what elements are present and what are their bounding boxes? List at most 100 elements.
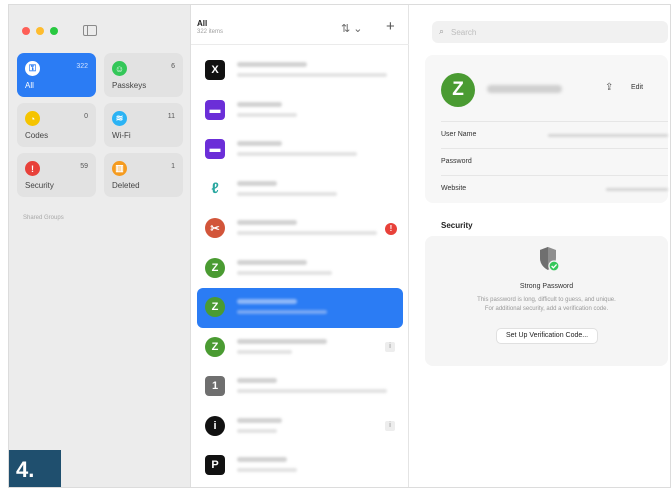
sort-button[interactable]: ⇅ ⌄: [341, 22, 363, 35]
row-subtitle-redacted: [237, 73, 387, 77]
wifi-icon: ≋: [112, 111, 127, 126]
zillow-logo-icon: Z: [205, 297, 225, 317]
field-label: Password: [441, 158, 472, 165]
share-icon[interactable]: ⇪: [605, 82, 613, 93]
row-title-redacted: [237, 378, 277, 383]
security-card: Strong Password This password is long, d…: [425, 236, 668, 366]
row-subtitle-redacted: [237, 389, 387, 393]
description-line: For additional security, add a verificat…: [484, 306, 609, 312]
category-passkeys[interactable]: ☺ 6 Passkeys: [104, 53, 183, 97]
row-title-redacted: [237, 259, 307, 265]
field-value-redacted: [606, 188, 668, 191]
key-icon: ⚿: [25, 61, 40, 76]
password-list-pane: All 322 items ⇅ ⌄ + X ▬ ▬ ℓ ✂! Z Z Zi 1 i i P: [191, 5, 409, 487]
info-badge: i: [385, 341, 395, 352]
logo-glyph: Z: [452, 79, 464, 100]
field-label: User Name: [441, 131, 477, 138]
category-codes[interactable]: ◔ 0 Codes: [17, 103, 96, 147]
p-logo-icon: P: [205, 455, 225, 475]
strong-password-description: This password is long, difficult to gues…: [435, 296, 658, 314]
category-count: 11: [167, 113, 175, 120]
close-window-button[interactable]: [22, 27, 30, 35]
category-security[interactable]: ! 59 Security: [17, 153, 96, 197]
info-badge: i: [385, 420, 395, 431]
category-label: Security: [25, 181, 54, 190]
password-row[interactable]: 1: [197, 367, 403, 407]
field-password[interactable]: Password: [441, 148, 668, 175]
passwords-app-window: ⚿ 322 All ☺ 6 Passkeys ◔ 0 Codes ≋ 11 Wi…: [8, 4, 671, 488]
row-subtitle-redacted: [237, 152, 357, 156]
search-icon: ⌕: [439, 26, 445, 36]
zillow-logo-icon: Z: [205, 336, 225, 357]
password-row[interactable]: P: [197, 446, 403, 486]
yahoo-logo-icon: ▬: [205, 139, 225, 159]
password-detail-pane: ⌕ Search Z ⇪ Edit User Name Password Web…: [409, 5, 670, 487]
category-label: All: [25, 81, 34, 90]
account-title-redacted: [487, 85, 562, 93]
row-title-redacted: [237, 180, 277, 186]
category-count: 1: [171, 163, 175, 170]
add-password-button[interactable]: +: [386, 18, 395, 35]
row-subtitle-redacted: [237, 349, 292, 354]
sidebar-toggle-icon[interactable]: [83, 25, 97, 36]
row-title-redacted: [237, 101, 282, 107]
strong-password-title: Strong Password: [519, 283, 574, 290]
yahoo-logo-icon: ▬: [205, 99, 225, 120]
number-one-icon: 1: [205, 376, 225, 396]
password-row[interactable]: X: [197, 51, 403, 91]
password-row[interactable]: ℓ: [197, 170, 403, 210]
search-field[interactable]: ⌕ Search: [432, 21, 668, 43]
row-title-redacted: [237, 299, 297, 304]
row-title-redacted: [237, 457, 287, 462]
row-subtitle-redacted: [237, 112, 297, 117]
category-count: 322: [76, 63, 88, 70]
shield-check-icon: [540, 247, 560, 272]
x-logo-icon: X: [205, 60, 225, 80]
row-title-redacted: [237, 141, 282, 146]
category-wifi[interactable]: ≋ 11 Wi-Fi: [104, 103, 183, 147]
password-row[interactable]: ✂!: [197, 209, 403, 249]
category-all[interactable]: ⚿ 322 All: [17, 53, 96, 97]
info-circle-icon: i: [205, 415, 225, 436]
row-title-redacted: [237, 338, 327, 344]
row-subtitle-redacted: [237, 191, 337, 196]
field-label: Website: [441, 185, 467, 192]
row-subtitle-redacted: [237, 310, 327, 314]
row-title-redacted: [237, 220, 297, 225]
search-placeholder: Search: [451, 28, 477, 37]
password-row[interactable]: ▬: [197, 91, 403, 131]
category-label: Deleted: [112, 181, 140, 190]
zillow-logo-icon: Z: [441, 73, 475, 107]
security-heading: Security: [441, 221, 473, 230]
category-deleted[interactable]: ▥ 1 Deleted: [104, 153, 183, 197]
list-header: All 322 items ⇅ ⌄ +: [191, 5, 409, 45]
password-row-selected[interactable]: Z: [197, 288, 403, 328]
alert-icon: !: [25, 161, 40, 176]
edit-button[interactable]: Edit: [631, 84, 643, 91]
trash-icon: ▥: [112, 161, 127, 176]
password-row[interactable]: ▬: [197, 130, 403, 170]
stethoscope-icon: ℓ: [205, 178, 225, 199]
person-icon: ☺: [112, 61, 127, 76]
category-count: 59: [80, 163, 88, 170]
password-row[interactable]: Z: [197, 249, 403, 289]
category-count: 0: [84, 113, 88, 120]
row-title-redacted: [237, 417, 282, 423]
field-user-name[interactable]: User Name: [441, 121, 668, 148]
shared-groups-heading: Shared Groups: [23, 215, 64, 221]
category-label: Codes: [25, 131, 49, 140]
password-row[interactable]: Zi: [197, 328, 403, 368]
row-title-redacted: [237, 62, 307, 67]
description-line: This password is long, difficult to gues…: [477, 297, 616, 303]
lock-clock-icon: ◔: [25, 111, 40, 126]
minimize-window-button[interactable]: [36, 27, 44, 35]
zoom-window-button[interactable]: [50, 27, 58, 35]
list-title: All: [197, 19, 208, 28]
security-alert-badge: !: [385, 223, 397, 235]
setup-verification-code-button[interactable]: Set Up Verification Code...: [496, 328, 599, 344]
field-website[interactable]: Website: [441, 175, 668, 202]
row-subtitle-redacted: [237, 428, 277, 433]
password-list: X ▬ ▬ ℓ ✂! Z Z Zi 1 i i P: [191, 51, 409, 486]
password-row[interactable]: ii: [197, 407, 403, 447]
row-subtitle-redacted: [237, 270, 332, 275]
